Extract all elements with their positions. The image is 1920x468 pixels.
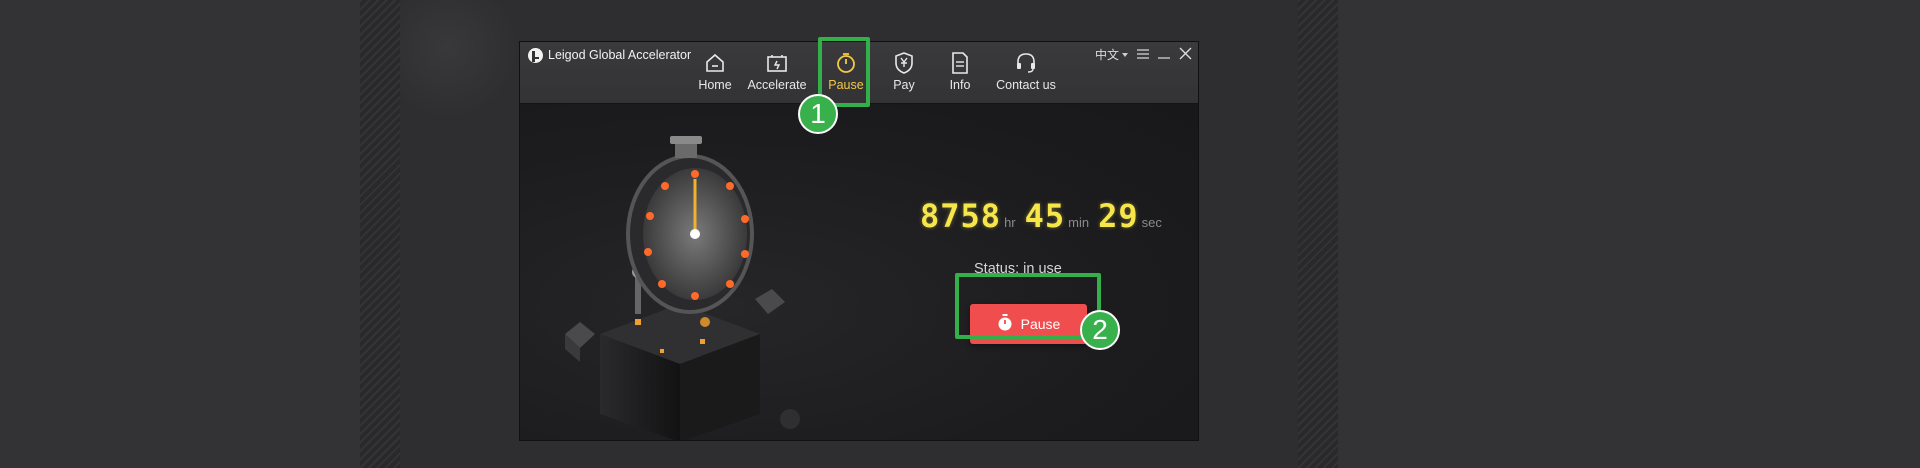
nav-contact-us[interactable]: Contact us <box>994 42 1058 98</box>
nav-pay[interactable]: Pay <box>886 42 922 98</box>
menu-icon[interactable] <box>1137 48 1149 62</box>
nav-home-label: Home <box>698 78 732 92</box>
timer-minutes: 45 <box>1024 197 1066 235</box>
window-controls: 中文 <box>1095 46 1192 63</box>
background-stripe-right <box>1298 0 1338 468</box>
background-stripe-left <box>360 0 400 468</box>
timer-hours-unit: hr <box>1004 215 1016 230</box>
step-badge-1: 1 <box>798 94 838 134</box>
nav-info[interactable]: Info <box>944 42 976 98</box>
language-selector[interactable]: 中文 <box>1095 46 1128 63</box>
stopwatch-illustration <box>565 136 800 440</box>
usage-timer: 8758 hr 45 min 29 sec <box>920 197 1168 235</box>
close-icon[interactable] <box>1179 47 1192 63</box>
minimize-icon[interactable] <box>1158 48 1170 62</box>
leigod-logo-icon <box>528 47 543 63</box>
document-icon <box>951 52 969 74</box>
nav-accelerate-label: Accelerate <box>747 78 807 92</box>
timer-seconds: 29 <box>1098 197 1139 235</box>
nav-info-label: Info <box>949 78 971 92</box>
home-icon <box>705 52 725 74</box>
timer-seconds-unit: sec <box>1141 215 1162 230</box>
nav-accelerate[interactable]: Accelerate <box>742 42 812 98</box>
nav-pay-label: Pay <box>893 78 915 92</box>
chevron-down-icon <box>1122 52 1128 57</box>
app-brand: Leigod Global Accelerator <box>528 46 691 64</box>
nav-contact-us-label: Contact us <box>996 78 1056 92</box>
nav-home[interactable]: Home <box>690 42 740 98</box>
timer-hours: 8758 <box>920 197 1002 235</box>
yen-shield-icon <box>894 52 914 74</box>
language-label: 中文 <box>1094 48 1119 62</box>
accelerate-icon <box>766 52 788 74</box>
headset-icon <box>1015 52 1037 74</box>
app-title: Leigod Global Accelerator <box>548 48 692 62</box>
step-badge-2: 2 <box>1080 310 1120 350</box>
timer-minutes-unit: min <box>1068 215 1090 230</box>
